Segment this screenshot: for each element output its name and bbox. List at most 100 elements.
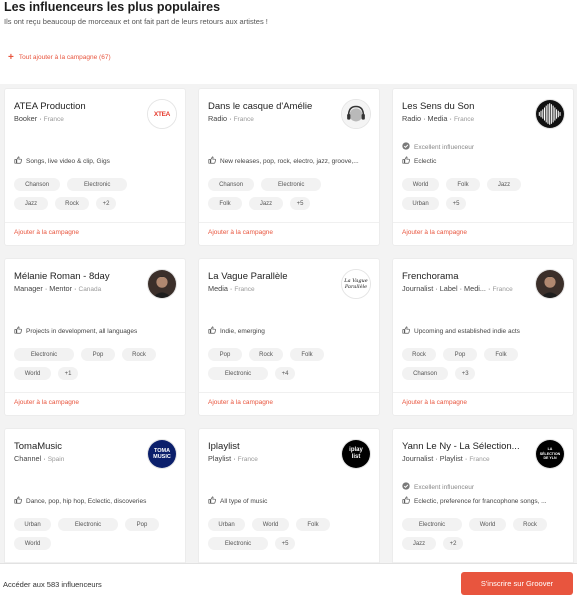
plus-icon: +	[8, 52, 14, 63]
genre-tag: Pop	[125, 518, 159, 531]
thumbs-up-icon	[14, 326, 22, 336]
card-divider	[5, 222, 185, 223]
profile-photo-icon[interactable]	[147, 269, 177, 299]
genre-tag: +3	[455, 367, 476, 380]
thumbs-up-icon	[208, 496, 216, 506]
influencer-name[interactable]: ATEA Production	[14, 101, 86, 112]
influencer-name[interactable]: Mélanie Roman - 8day	[14, 271, 110, 282]
description-text: All type of music	[220, 497, 268, 505]
influencer-card[interactable]: Dans le casque d'Amélie Radio · France New…	[198, 88, 380, 246]
influencer-card[interactable]: La Vague Parallèle Media · France La Vague…	[198, 258, 380, 416]
genre-tag: Folk	[484, 348, 518, 361]
headphones-logo-icon[interactable]	[341, 99, 371, 129]
add-to-campaign-button[interactable]: Ajouter à la campagne	[208, 229, 273, 236]
influencer-roles: Media · France	[208, 284, 255, 293]
genre-tag: World	[14, 537, 51, 550]
influencer-name[interactable]: La Vague Parallèle	[208, 271, 288, 282]
tomamusic-logo-icon[interactable]: TOMA MUSIC	[147, 439, 177, 469]
influencer-card[interactable]: Mélanie Roman - 8day Manager · Mentor · C…	[4, 258, 186, 416]
genre-tag: Electronic	[58, 518, 118, 531]
genre-tag: +5	[290, 197, 310, 210]
genre-tag: Chanson	[402, 367, 449, 380]
country-text: France	[469, 456, 490, 463]
influencer-name[interactable]: TomaMusic	[14, 441, 62, 452]
roles-text: Radio · Media	[402, 114, 448, 123]
thumbs-up-icon	[208, 156, 216, 166]
roles-text: Channel	[14, 454, 42, 463]
genre-tag: Rock	[122, 348, 156, 361]
add-to-campaign-button[interactable]: Ajouter à la campagne	[402, 399, 467, 406]
influencer-description: Eclectic	[402, 156, 436, 166]
influencer-name[interactable]: Iplaylist	[208, 441, 240, 452]
description-text: Projects in development, all languages	[26, 327, 138, 335]
roles-text: Media	[208, 284, 228, 293]
genre-tag: World	[402, 178, 439, 191]
influencer-count-text: Accéder aux 583 influenceurs	[3, 580, 102, 589]
influencer-roles: Channel · Spain	[14, 454, 65, 463]
card-divider	[199, 392, 379, 393]
influencer-name[interactable]: Yann Le Ny - La Sélection...	[402, 441, 520, 452]
add-to-campaign-button[interactable]: Ajouter à la campagne	[14, 229, 79, 236]
influencer-roles: Radio · Media · France	[402, 114, 475, 123]
selection-logo-icon[interactable]: LA SÉLECTION DE YLN	[535, 439, 565, 469]
thumbs-up-icon	[402, 156, 410, 166]
influencer-name[interactable]: Dans le casque d'Amélie	[208, 101, 312, 112]
profile-photo-icon[interactable]	[535, 269, 565, 299]
atea-logo-icon[interactable]: XTEA	[147, 99, 177, 129]
genre-tag: Folk	[290, 348, 324, 361]
excellent-badge: Excellent influenceur	[402, 142, 474, 152]
genre-tag: +2	[443, 537, 463, 550]
country-text: France	[234, 286, 255, 293]
genre-tag: +1	[58, 367, 78, 380]
add-to-campaign-button[interactable]: Ajouter à la campagne	[402, 229, 467, 236]
influencer-card[interactable]: Frenchorama Journalist · Label · Medi... …	[392, 258, 574, 416]
country-text: France	[492, 286, 513, 293]
influencer-roles: Manager · Mentor · Canada	[14, 284, 102, 293]
influencer-name[interactable]: Les Sens du Son	[402, 101, 474, 112]
genre-tag: Jazz	[487, 178, 521, 191]
section-header: Les influenceurs les plus populaires Ils…	[0, 0, 577, 84]
description-text: Eclectic, preference for francophone son…	[414, 497, 547, 505]
genre-tag: Pop	[208, 348, 242, 361]
genre-tag: Rock	[55, 197, 89, 210]
genre-tag: Folk	[208, 197, 242, 210]
roles-text: Booker	[14, 114, 38, 123]
description-text: New releases, pop, rock, electro, jazz, …	[220, 157, 359, 165]
genre-tag: Electronic	[261, 178, 322, 191]
roles-text: Journalist · Label · Medi...	[402, 284, 486, 293]
card-divider	[393, 222, 573, 223]
add-to-campaign-button[interactable]: Ajouter à la campagne	[208, 399, 273, 406]
influencer-description: Dance, pop, hip hop, Eclectic, discoveri…	[14, 496, 146, 506]
genre-tag: Chanson	[208, 178, 255, 191]
influencer-description: Upcoming and established indie acts	[402, 326, 520, 336]
add-to-campaign-button[interactable]: Ajouter à la campagne	[14, 399, 79, 406]
iplaylist-logo-icon[interactable]: iplay list	[341, 439, 371, 469]
page-subtitle: Ils ont reçu beaucoup de morceaux et ont…	[4, 17, 268, 26]
description-text: Eclectic	[414, 157, 437, 165]
influencer-name[interactable]: Frenchorama	[402, 271, 459, 282]
influencer-card[interactable]: ATEA Production Booker · France XTEA Songs,…	[4, 88, 186, 246]
add-all-to-campaign-button[interactable]: + Tout ajouter à la campagne (67)	[8, 52, 111, 63]
country-text: France	[233, 116, 254, 123]
signup-button[interactable]: S'inscrire sur Groover	[461, 572, 573, 595]
page-title: Les influenceurs les plus populaires	[4, 0, 221, 14]
country-text: Spain	[47, 456, 65, 463]
vague-logo-text: La Vague Parallèle	[344, 278, 368, 290]
thumbs-up-icon	[402, 326, 410, 336]
genre-tag: Jazz	[14, 197, 48, 210]
influencer-description: New releases, pop, rock, electro, jazz, …	[208, 156, 359, 166]
card-divider	[199, 222, 379, 223]
roles-text: Journalist · Playlist	[402, 454, 463, 463]
handwritten-logo-icon[interactable]: La Vague Parallèle	[341, 269, 371, 299]
badge-label: Excellent influenceur	[414, 143, 474, 151]
soundwave-logo-icon[interactable]	[535, 99, 565, 129]
genre-tag: Folk	[446, 178, 480, 191]
badge-label: Excellent influenceur	[414, 483, 474, 491]
add-all-label: Tout ajouter à la campagne (67)	[18, 54, 111, 61]
influencer-description: Eclectic, preference for francophone son…	[402, 496, 547, 506]
influencer-description: Indie, emerging	[208, 326, 265, 336]
bottom-bar: Accéder aux 583 influenceurs S'inscrire …	[0, 563, 577, 600]
genre-tag: Rock	[249, 348, 283, 361]
influencer-card[interactable]: Les Sens du Son Radio · Media · France Exc…	[392, 88, 574, 246]
card-divider	[5, 392, 185, 393]
